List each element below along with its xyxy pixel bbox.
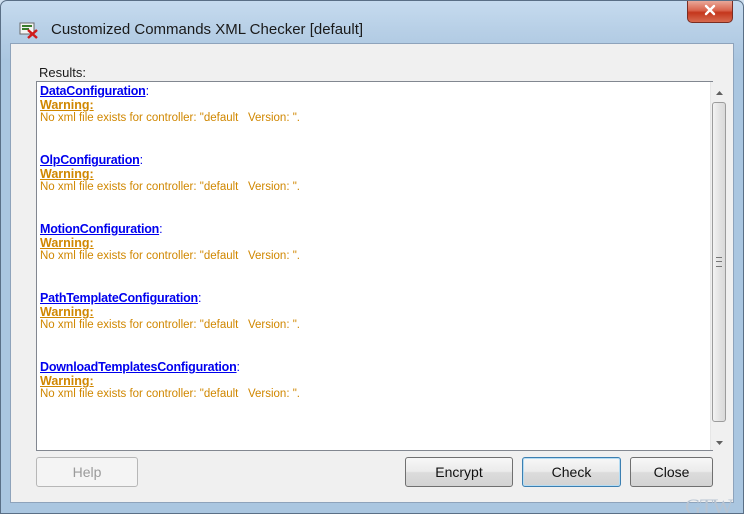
config-link-olp[interactable]: OlpConfiguration <box>40 153 140 167</box>
help-button[interactable]: Help <box>36 457 138 487</box>
title-bar[interactable]: Customized Commands XML Checker [default… <box>1 1 743 43</box>
result-entry: DownloadTemplatesConfiguration: Warning:… <box>40 360 690 429</box>
warning-message: No xml file exists for controller: "defa… <box>40 112 300 124</box>
window-title: Customized Commands XML Checker [default… <box>51 21 364 38</box>
window-close-button[interactable] <box>687 1 733 23</box>
arrow-up-icon <box>716 82 723 100</box>
entry-colon: : <box>145 84 150 98</box>
entry-colon: : <box>197 291 202 305</box>
entry-colon: : <box>139 153 144 167</box>
dialog-client-area: Results: DataConfiguration: Warning: No … <box>10 43 734 503</box>
scroll-up-button[interactable] <box>711 82 728 99</box>
warning-label[interactable]: Warning: <box>40 237 94 250</box>
result-entry: DataConfiguration: Warning: No xml file … <box>40 84 690 153</box>
grip-icon <box>716 257 722 267</box>
result-entry: OlpConfiguration: Warning: No xml file e… <box>40 153 690 222</box>
check-button[interactable]: Check <box>522 457 621 487</box>
xml-checker-icon <box>19 21 39 39</box>
warning-label[interactable]: Warning: <box>40 375 94 388</box>
warning-label[interactable]: Warning: <box>40 99 94 112</box>
config-link-path-template[interactable]: PathTemplateConfiguration <box>40 291 198 305</box>
encrypt-button[interactable]: Encrypt <box>405 457 513 487</box>
results-label: Results: <box>39 65 86 80</box>
arrow-down-icon <box>716 432 723 450</box>
warning-message: No xml file exists for controller: "defa… <box>40 181 300 193</box>
scroll-thumb[interactable] <box>712 102 726 422</box>
entry-colon: : <box>236 360 241 374</box>
scroll-down-button[interactable] <box>711 432 728 449</box>
config-link-download-templates[interactable]: DownloadTemplatesConfiguration <box>40 360 237 374</box>
result-entry: MotionConfiguration: Warning: No xml fil… <box>40 222 690 291</box>
results-textbox[interactable]: DataConfiguration: Warning: No xml file … <box>36 81 728 451</box>
warning-label[interactable]: Warning: <box>40 306 94 319</box>
warning-message: No xml file exists for controller: "defa… <box>40 319 300 331</box>
config-link-motion[interactable]: MotionConfiguration <box>40 222 159 236</box>
close-icon <box>703 3 717 21</box>
result-entry: PathTemplateConfiguration: Warning: No x… <box>40 291 690 360</box>
dialog-window: Customized Commands XML Checker [default… <box>0 0 744 514</box>
warning-message: No xml file exists for controller: "defa… <box>40 250 300 262</box>
results-content: DataConfiguration: Warning: No xml file … <box>40 84 690 429</box>
config-link-data[interactable]: DataConfiguration <box>40 84 146 98</box>
watermark-logo: GTW <box>685 494 733 514</box>
vertical-scrollbar[interactable] <box>710 82 728 450</box>
entry-colon: : <box>159 222 163 236</box>
warning-message: No xml file exists for controller: "defa… <box>40 388 300 400</box>
close-button[interactable]: Close <box>630 457 713 487</box>
warning-label[interactable]: Warning: <box>40 168 94 181</box>
